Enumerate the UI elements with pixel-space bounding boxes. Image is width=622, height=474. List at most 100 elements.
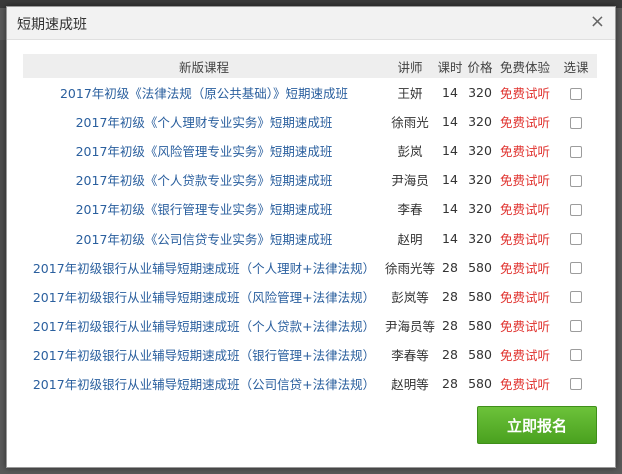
table-header-row: 新版课程 讲师 课时 价格 免费体验 选课 (23, 54, 597, 78)
header-hours: 课时 (437, 59, 463, 75)
teacher-cell: 尹海员等 (385, 318, 436, 334)
teacher-cell: 彭岚等 (391, 289, 429, 305)
free-trial-link[interactable]: 免费试听 (495, 107, 555, 136)
select-checkbox[interactable] (570, 145, 582, 158)
hours-cell: 28 (442, 375, 458, 391)
free-trial-link[interactable]: 免费试听 (495, 253, 555, 282)
free-trial-link[interactable]: 免费试听 (495, 340, 555, 369)
free-trial-link[interactable]: 免费试听 (495, 194, 555, 223)
table-row: 2017年初级银行从业辅导短期速成班（风险管理+法律法规） 彭岚等 28 580… (23, 282, 597, 311)
dialog-title: 短期速成班 (17, 17, 87, 33)
course-table: 新版课程 讲师 课时 价格 免费体验 选课 2017年初级《法律法规（原公共基础… (23, 54, 597, 398)
header-teacher: 讲师 (397, 59, 423, 75)
table-row: 2017年初级银行从业辅导短期速成班（公司信贷+法律法规） 赵明等 28 580… (23, 369, 597, 398)
header-select: 选课 (563, 59, 589, 75)
course-dialog: 短期速成班 × 新版课程 讲师 课时 价格 免费体验 选课 2017年初级《法律… (6, 6, 616, 468)
free-trial-link[interactable]: 免费试听 (495, 223, 555, 252)
free-trial-link[interactable]: 免费试听 (495, 311, 555, 340)
teacher-cell: 李春等 (391, 347, 429, 363)
price-cell: 580 (468, 288, 492, 304)
header-price: 价格 (467, 59, 493, 75)
header-course: 新版课程 (178, 59, 229, 75)
price-cell: 320 (468, 143, 492, 159)
hours-cell: 14 (442, 201, 458, 217)
select-checkbox[interactable] (570, 116, 582, 129)
hours-cell: 14 (442, 172, 458, 188)
table-row: 2017年初级《个人贷款专业实务》短期速成班 尹海员 14 320 免费试听 (23, 165, 597, 194)
course-link[interactable]: 2017年初级银行从业辅导短期速成班（个人贷款+法律法规） (23, 311, 385, 340)
select-checkbox[interactable] (570, 378, 582, 391)
hours-cell: 28 (442, 259, 458, 275)
free-trial-link[interactable]: 免费试听 (495, 136, 555, 165)
table-row: 2017年初级《银行管理专业实务》短期速成班 李春 14 320 免费试听 (23, 194, 597, 223)
hours-cell: 14 (442, 230, 458, 246)
free-trial-link[interactable]: 免费试听 (495, 78, 555, 107)
select-cell (555, 340, 597, 369)
price-cell: 320 (468, 201, 492, 217)
teacher-cell: 徐雨光等 (385, 260, 436, 276)
price-cell: 580 (468, 346, 492, 362)
price-cell: 580 (468, 375, 492, 391)
hours-cell: 14 (442, 143, 458, 159)
price-cell: 320 (468, 172, 492, 188)
course-link[interactable]: 2017年初级银行从业辅导短期速成班（风险管理+法律法规） (23, 282, 385, 311)
hours-cell: 28 (442, 317, 458, 333)
dialog-titlebar: 短期速成班 × (7, 7, 615, 40)
teacher-cell: 彭岚 (397, 144, 423, 160)
free-trial-link[interactable]: 免费试听 (495, 282, 555, 311)
select-cell (555, 136, 597, 165)
select-cell (555, 223, 597, 252)
price-cell: 320 (468, 230, 492, 246)
select-checkbox[interactable] (570, 174, 582, 187)
table-row: 2017年初级银行从业辅导短期速成班（个人贷款+法律法规） 尹海员等 28 58… (23, 311, 597, 340)
teacher-cell: 徐雨光 (391, 115, 429, 131)
course-link[interactable]: 2017年初级《风险管理专业实务》短期速成班 (23, 136, 385, 165)
hours-cell: 28 (442, 288, 458, 304)
select-cell (555, 369, 597, 398)
select-cell (555, 165, 597, 194)
select-checkbox[interactable] (570, 262, 582, 275)
table-row: 2017年初级银行从业辅导短期速成班（银行管理+法律法规） 李春等 28 580… (23, 340, 597, 369)
header-free-trial: 免费体验 (499, 59, 550, 75)
course-link[interactable]: 2017年初级《个人贷款专业实务》短期速成班 (23, 165, 385, 194)
free-trial-link[interactable]: 免费试听 (495, 369, 555, 398)
signup-button[interactable]: 立即报名 (477, 406, 597, 444)
select-checkbox[interactable] (570, 233, 582, 246)
table-row: 2017年初级银行从业辅导短期速成班（个人理财+法律法规） 徐雨光等 28 58… (23, 253, 597, 282)
price-cell: 320 (468, 85, 492, 101)
free-trial-link[interactable]: 免费试听 (495, 165, 555, 194)
course-link[interactable]: 2017年初级《银行管理专业实务》短期速成班 (23, 194, 385, 223)
course-link[interactable]: 2017年初级《法律法规（原公共基础）》短期速成班 (23, 78, 385, 107)
select-cell (555, 282, 597, 311)
course-link[interactable]: 2017年初级银行从业辅导短期速成班（公司信贷+法律法规） (23, 369, 385, 398)
hours-cell: 28 (442, 346, 458, 362)
price-cell: 580 (468, 259, 492, 275)
hours-cell: 14 (442, 114, 458, 130)
select-cell (555, 311, 597, 340)
select-checkbox[interactable] (570, 203, 582, 216)
close-icon[interactable]: × (590, 12, 605, 32)
select-cell (555, 194, 597, 223)
select-checkbox[interactable] (570, 87, 582, 100)
teacher-cell: 李春 (397, 202, 423, 218)
course-link[interactable]: 2017年初级银行从业辅导短期速成班（银行管理+法律法规） (23, 340, 385, 369)
table-row: 2017年初级《法律法规（原公共基础）》短期速成班 王妍 14 320 免费试听 (23, 78, 597, 107)
table-row: 2017年初级《风险管理专业实务》短期速成班 彭岚 14 320 免费试听 (23, 136, 597, 165)
course-link[interactable]: 2017年初级《公司信贷专业实务》短期速成班 (23, 223, 385, 252)
table-row: 2017年初级《公司信贷专业实务》短期速成班 赵明 14 320 免费试听 (23, 223, 597, 252)
select-cell (555, 107, 597, 136)
select-cell (555, 253, 597, 282)
select-cell (555, 78, 597, 107)
teacher-cell: 赵明等 (391, 376, 429, 392)
course-link[interactable]: 2017年初级银行从业辅导短期速成班（个人理财+法律法规） (23, 253, 385, 282)
price-cell: 580 (468, 317, 492, 333)
teacher-cell: 尹海员 (391, 173, 429, 189)
price-cell: 320 (468, 114, 492, 130)
select-checkbox[interactable] (570, 349, 582, 362)
hours-cell: 14 (442, 85, 458, 101)
teacher-cell: 王妍 (397, 86, 423, 102)
select-checkbox[interactable] (570, 320, 582, 333)
course-link[interactable]: 2017年初级《个人理财专业实务》短期速成班 (23, 107, 385, 136)
teacher-cell: 赵明 (397, 231, 423, 247)
select-checkbox[interactable] (570, 291, 582, 304)
